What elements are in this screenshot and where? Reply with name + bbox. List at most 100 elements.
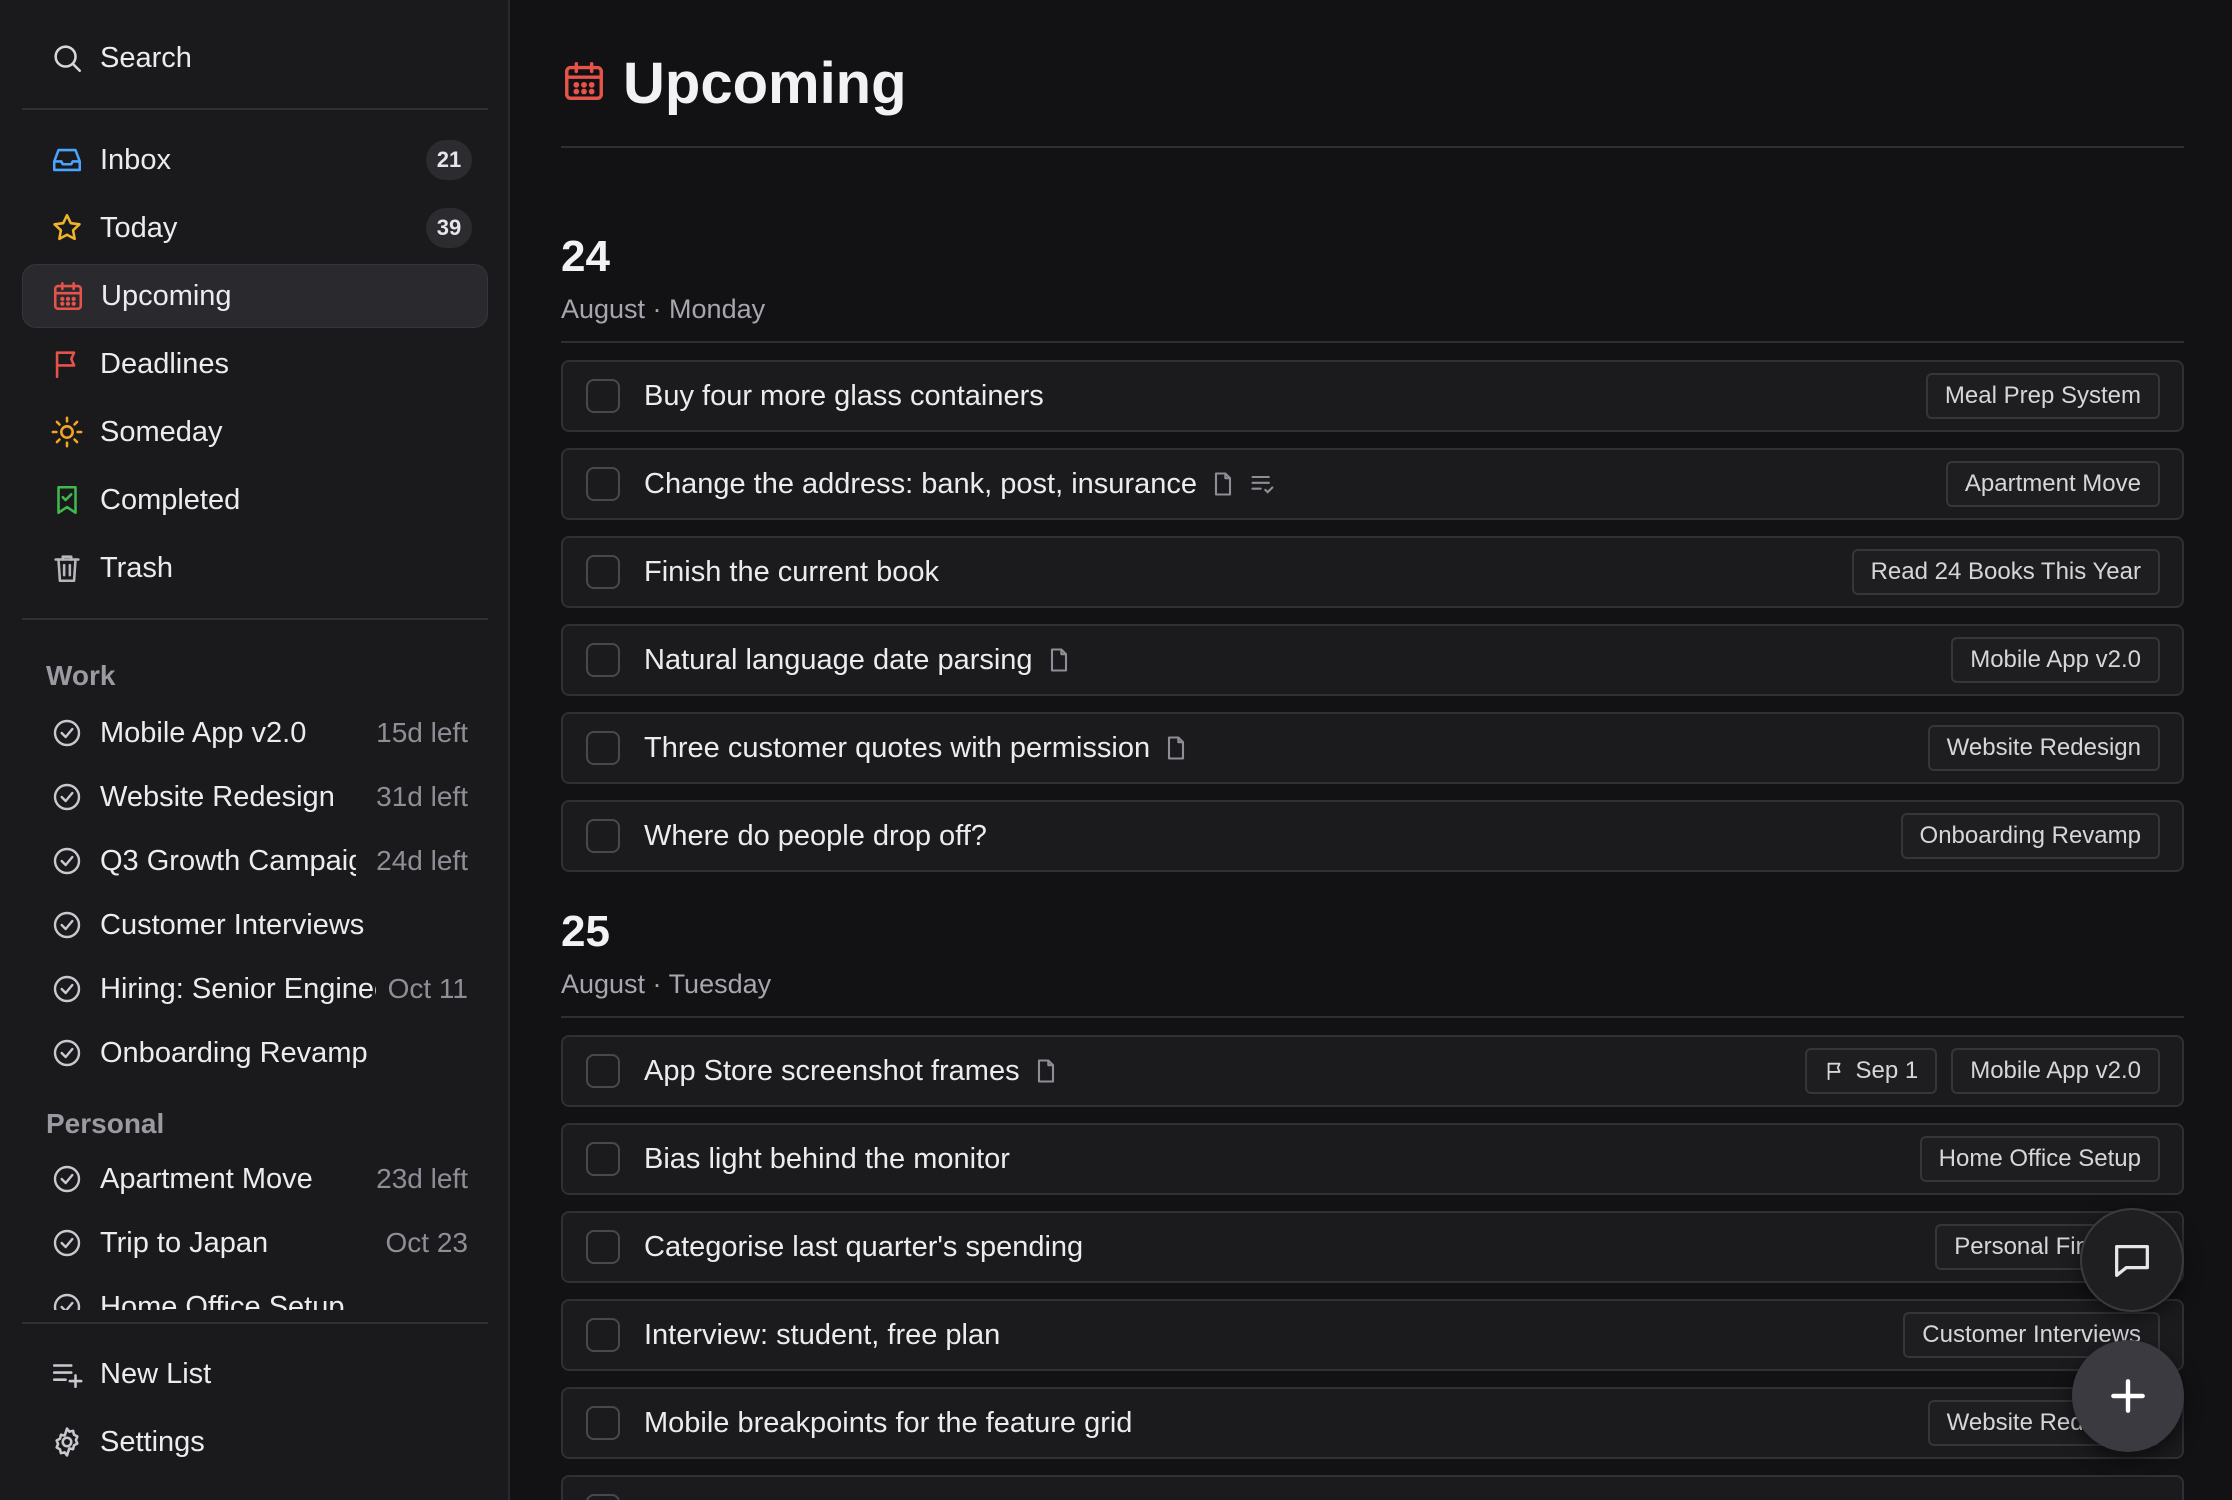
project-name: Hiring: Senior Engineer <box>100 972 376 1005</box>
sidebar-item-trash[interactable]: Trash <box>22 536 488 600</box>
day-number: 25 <box>561 907 610 956</box>
task-title: Change the address: bank, post, insuranc… <box>644 467 1197 500</box>
task-title: Categorise last quarter's spending <box>644 1230 1084 1263</box>
task-checkbox[interactable] <box>586 1142 620 1176</box>
task-row[interactable] <box>561 1475 2184 1500</box>
calendar-icon <box>49 277 87 315</box>
task-row[interactable]: Change the address: bank, post, insuranc… <box>561 448 2184 520</box>
project-meta: 23d left <box>376 1163 468 1194</box>
chat-icon <box>2115 1244 2149 1277</box>
sidebar-item-inbox[interactable]: Inbox 21 <box>22 128 488 192</box>
sidebar-item-completed[interactable]: Completed <box>22 468 488 532</box>
count-badge: 21 <box>426 140 472 180</box>
project-item[interactable]: Q3 Growth Campaign 24d left <box>22 832 488 890</box>
task-row[interactable]: Mobile breakpoints for the feature grid … <box>561 1387 2184 1459</box>
project-tag[interactable]: Mobile App v2.0 <box>1951 1048 2160 1094</box>
task-row[interactable]: Finish the current book Read 24 Books Th… <box>561 536 2184 608</box>
project-item[interactable]: Hiring: Senior Engineer Oct 11 <box>22 960 488 1018</box>
task-row[interactable]: Bias light behind the monitor Home Offic… <box>561 1123 2184 1195</box>
task-row[interactable]: Interview: student, free plan Customer I… <box>561 1299 2184 1371</box>
project-tag[interactable]: Mobile App v2.0 <box>1951 637 2160 683</box>
list-plus-icon <box>48 1355 86 1393</box>
note-icon <box>1045 646 1073 674</box>
chat-button[interactable] <box>2080 1208 2184 1312</box>
star-icon <box>48 209 86 247</box>
task-title: Three customer quotes with permission <box>644 731 1151 764</box>
new-list-label: New List <box>100 1357 212 1390</box>
section-label-work: Work <box>46 660 116 691</box>
sidebar-item-today[interactable]: Today 39 <box>22 196 488 260</box>
project-tag[interactable]: Website Redesign <box>1927 725 2160 771</box>
project-item[interactable]: Apartment Move 23d left <box>22 1150 488 1208</box>
project-item[interactable]: Trip to Japan Oct 23 <box>22 1214 488 1272</box>
circle-check-icon <box>48 1034 86 1072</box>
project-list-scroll[interactable]: Mobile App v2.0 15d left Website Redesig… <box>0 704 510 1310</box>
task-checkbox[interactable] <box>586 1494 620 1500</box>
task-row[interactable]: Natural language date parsing Mobile App… <box>561 624 2184 696</box>
project-name: Website Redesign <box>100 780 335 813</box>
project-item[interactable]: Mobile App v2.0 15d left <box>22 704 488 762</box>
task-checkbox[interactable] <box>586 555 620 589</box>
search-label: Search <box>100 41 192 74</box>
sidebar-divider <box>22 1322 488 1324</box>
project-item[interactable]: Onboarding Revamp <box>22 1024 488 1082</box>
task-row[interactable]: Three customer quotes with permission We… <box>561 712 2184 784</box>
project-name: Q3 Growth Campaign <box>100 844 356 877</box>
new-list-button[interactable]: New List <box>22 1342 488 1406</box>
day-subtitle: August · Monday <box>561 294 766 324</box>
bookmark-check-icon <box>48 481 86 519</box>
task-checkbox[interactable] <box>586 1054 620 1088</box>
note-icon <box>1032 1057 1060 1085</box>
task-checkbox[interactable] <box>586 379 620 413</box>
sidebar-divider <box>22 108 488 110</box>
sidebar-item-deadlines[interactable]: Deadlines <box>22 332 488 396</box>
project-meta: 24d left <box>376 845 468 876</box>
task-title: Interview: student, free plan <box>644 1318 1001 1351</box>
checklist-icon <box>1249 470 1277 498</box>
project-tag[interactable]: Read 24 Books This Year <box>1851 549 2160 595</box>
search-button[interactable]: Search <box>22 26 488 90</box>
sidebar-item-label: Deadlines <box>100 347 229 380</box>
project-meta: Oct 11 <box>387 973 468 1004</box>
task-checkbox[interactable] <box>586 1318 620 1352</box>
sidebar-item-someday[interactable]: Someday <box>22 400 488 464</box>
project-tag[interactable]: Home Office Setup <box>1919 1136 2160 1182</box>
task-row[interactable]: Buy four more glass containers Meal Prep… <box>561 360 2184 432</box>
project-item[interactable]: Customer Interviews <box>22 896 488 954</box>
sidebar-item-upcoming[interactable]: Upcoming <box>22 264 488 328</box>
task-checkbox[interactable] <box>586 643 620 677</box>
page-header: Upcoming <box>561 50 907 117</box>
search-icon <box>48 39 86 77</box>
task-checkbox[interactable] <box>586 467 620 501</box>
task-row[interactable]: App Store screenshot frames Sep 1 Mobile… <box>561 1035 2184 1107</box>
circle-check-icon <box>48 714 86 752</box>
task-row[interactable]: Where do people drop off? Onboarding Rev… <box>561 800 2184 872</box>
task-title: App Store screenshot frames <box>644 1054 1020 1087</box>
project-meta: 31d left <box>376 781 468 812</box>
project-item[interactable]: Website Redesign 31d left <box>22 768 488 826</box>
circle-check-icon <box>48 1160 86 1198</box>
sidebar: Search Inbox 21 Today 39 Upcoming Deadli… <box>0 0 510 1500</box>
project-tag[interactable]: Onboarding Revamp <box>1900 813 2160 859</box>
task-checkbox[interactable] <box>586 819 620 853</box>
trash-icon <box>48 549 86 587</box>
section-label-personal: Personal <box>46 1108 165 1139</box>
sidebar-item-label: Someday <box>100 415 223 448</box>
project-tag[interactable]: Meal Prep System <box>1925 373 2160 419</box>
day-divider <box>561 341 2184 343</box>
add-task-button[interactable] <box>2072 1340 2184 1452</box>
count-badge: 39 <box>426 208 472 248</box>
task-row[interactable]: Categorise last quarter's spending Perso… <box>561 1211 2184 1283</box>
settings-button[interactable]: Settings <box>22 1410 488 1474</box>
deadline-tag[interactable]: Sep 1 <box>1804 1048 1938 1094</box>
project-tag[interactable]: Apartment Move <box>1945 461 2160 507</box>
day-divider <box>561 1016 2184 1018</box>
circle-check-icon <box>48 1224 86 1262</box>
sidebar-item-label: Trash <box>100 551 174 584</box>
project-item[interactable]: Home Office Setup <box>22 1278 488 1310</box>
sidebar-item-label: Completed <box>100 483 241 516</box>
task-checkbox[interactable] <box>586 731 620 765</box>
header-divider <box>561 146 2184 148</box>
task-checkbox[interactable] <box>586 1406 620 1440</box>
task-checkbox[interactable] <box>586 1230 620 1264</box>
